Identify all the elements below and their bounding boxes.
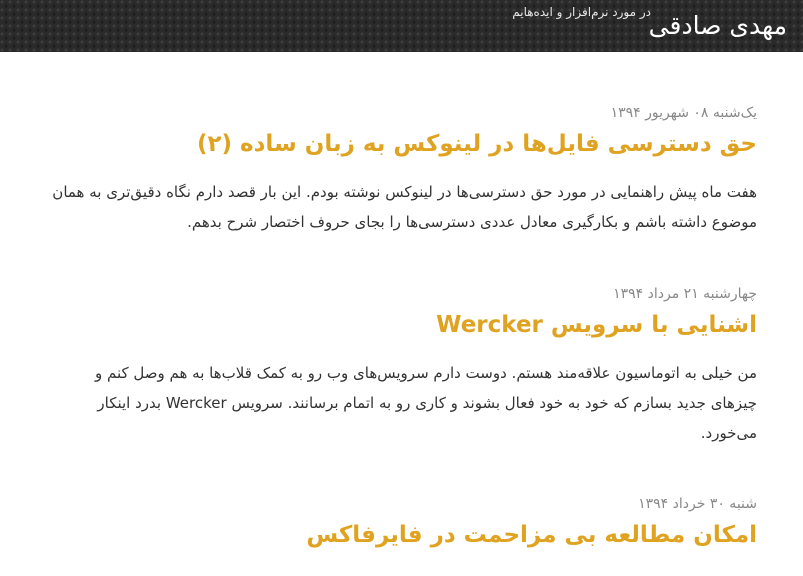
post-list: یک‌شنبه ۰۸ شهریور ۱۳۹۴ حق دسترسی فایل‌ها… bbox=[0, 52, 803, 576]
post-excerpt: من خیلی به اتوماسیون علاقه‌مند هستم. دوس… bbox=[94, 364, 757, 442]
post-date: یک‌شنبه ۰۸ شهریور ۱۳۹۴ bbox=[610, 105, 757, 121]
post-date: چهارشنبه ۲۱ مرداد ۱۳۹۴ bbox=[613, 286, 757, 302]
post-date: شنبه ۳۰ خرداد ۱۳۹۴ bbox=[638, 496, 757, 512]
post-title-link[interactable]: اشنایی با سرویس Wercker bbox=[47, 309, 757, 341]
post-item: یک‌شنبه ۰۸ شهریور ۱۳۹۴ حق دسترسی فایل‌ها… bbox=[47, 104, 757, 237]
post-item: چهارشنبه ۲۱ مرداد ۱۳۹۴ اشنایی با سرویس W… bbox=[47, 285, 757, 448]
site-title[interactable]: مهدی صادقی bbox=[649, 6, 787, 46]
post-title-link[interactable]: حق دسترسی فایل‌ها در لینوکس به زبان ساده… bbox=[47, 128, 757, 160]
post-excerpt: هفت ماه پیش راهنمایی در مورد حق دسترسی‌ه… bbox=[52, 183, 757, 231]
site-tagline: در مورد نرم‌افزار و ایده‌هایم bbox=[512, 5, 651, 19]
post-item: شنبه ۳۰ خرداد ۱۳۹۴ امکان مطالعه بی مزاحم… bbox=[47, 495, 757, 551]
site-header: مهدی صادقی در مورد نرم‌افزار و ایده‌هایم bbox=[0, 0, 803, 52]
post-title-link[interactable]: امکان مطالعه بی مزاحمت در فایرفاکس bbox=[47, 519, 757, 551]
